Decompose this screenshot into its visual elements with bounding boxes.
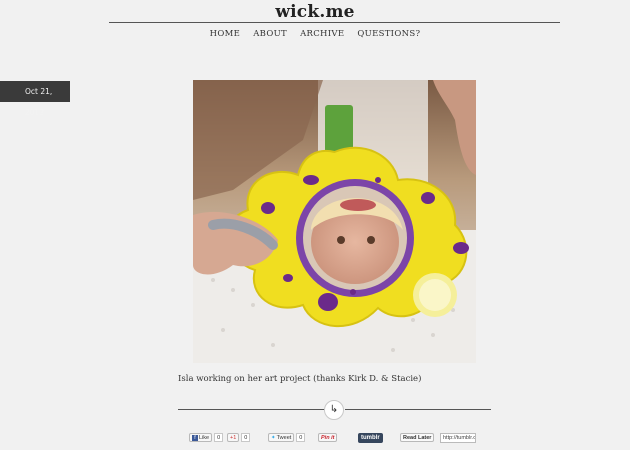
twitter-bird-icon: ✦ (271, 435, 276, 441)
post-divider-right (345, 409, 491, 410)
google-plus-count: 0 (241, 433, 251, 442)
title-divider (109, 22, 560, 23)
tweet-button[interactable]: ✦Tweet (268, 433, 295, 442)
read-later-widget[interactable]: Read Later (400, 433, 435, 443)
facebook-like-count: 0 (214, 433, 224, 442)
site-title[interactable]: wick.me (0, 2, 630, 22)
pinterest-widget[interactable]: Pin it (318, 433, 338, 443)
google-plus-widget[interactable]: +1 0 (227, 433, 251, 443)
nav-about[interactable]: ABOUT (253, 29, 287, 39)
nav-archive[interactable]: ARCHIVE (300, 29, 344, 39)
tweet-label: Tweet (276, 435, 292, 441)
short-url-widget[interactable]: http://tumblr.co/ (440, 433, 476, 443)
post-caption: Isla working on her art project (thanks … (178, 374, 422, 384)
tumblr-share-button[interactable]: tumblr (358, 433, 383, 443)
photo-illustration (193, 80, 476, 363)
pin-it-button[interactable]: Pin it (318, 433, 338, 442)
facebook-like-label: Like (199, 435, 210, 441)
short-url-field[interactable]: http://tumblr.co/ (440, 433, 476, 443)
reblog-arrow-icon[interactable]: ↳ (324, 400, 344, 420)
nav-questions[interactable]: QUESTIONS? (357, 29, 420, 39)
post-date[interactable]: Oct 21, 2012 (0, 81, 70, 117)
nav-home[interactable]: HOME (210, 29, 241, 39)
google-plus-button[interactable]: +1 (227, 433, 240, 442)
facebook-like-widget[interactable]: f Like 0 (189, 433, 224, 443)
facebook-like-button[interactable]: f Like (189, 433, 213, 442)
tumblr-widget[interactable]: tumblr (358, 433, 383, 443)
read-later-button[interactable]: Read Later (400, 433, 435, 442)
post-divider-left (178, 409, 325, 410)
main-nav: HOME ABOUT ARCHIVE QUESTIONS? (0, 29, 630, 39)
tweet-count: 0 (296, 433, 306, 442)
post-photo[interactable] (193, 80, 476, 363)
twitter-widget[interactable]: ✦Tweet 0 (268, 433, 306, 443)
facebook-icon: f (192, 435, 198, 441)
